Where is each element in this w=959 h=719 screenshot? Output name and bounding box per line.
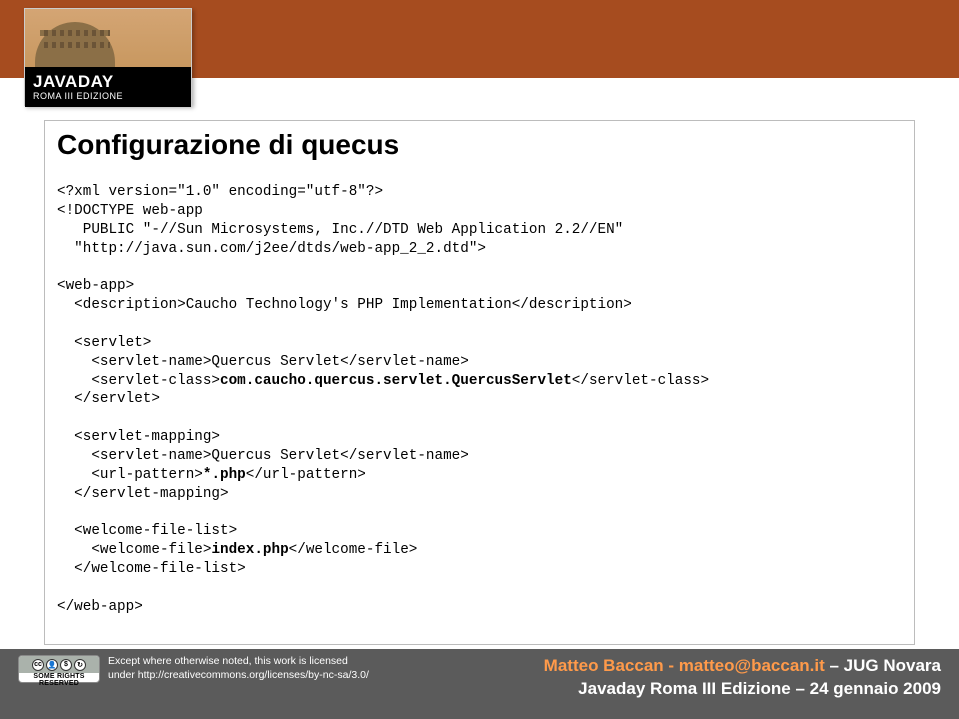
event-line: Javaday Roma III Edizione – 24 gennaio 2… [544, 678, 941, 701]
logo-photo [25, 9, 191, 67]
cc-text: SOME RIGHTS RESERVED [19, 673, 99, 687]
footer-bar: cc 👤 $ ↻ SOME RIGHTS RESERVED Except whe… [0, 649, 959, 719]
nc-icon: $ [60, 659, 72, 671]
cc-icons: cc 👤 $ ↻ [19, 656, 99, 673]
logo-main-text: JAVADAY [33, 73, 114, 90]
footer-right: Matteo Baccan - matteo@baccan.it – JUG N… [544, 655, 941, 701]
logo-sub-text: ROMA III EDIZIONE [33, 91, 123, 101]
colosseum-icon [35, 22, 115, 67]
author-line: Matteo Baccan - matteo@baccan.it – JUG N… [544, 655, 941, 678]
slide-content: Configurazione di quecus <?xml version="… [44, 120, 915, 645]
logo-text-block: JAVADAY ROMA III EDIZIONE [25, 67, 191, 107]
event-logo: JAVADAY ROMA III EDIZIONE [24, 8, 192, 106]
slide-title: Configurazione di quecus [57, 129, 902, 161]
cc-icon: cc [32, 659, 44, 671]
footer-left: cc 👤 $ ↻ SOME RIGHTS RESERVED Except whe… [18, 655, 544, 683]
sa-icon: ↻ [74, 659, 86, 671]
cc-license-badge: cc 👤 $ ↻ SOME RIGHTS RESERVED [18, 655, 100, 683]
code-block: <?xml version="1.0" encoding="utf-8"?> <… [57, 183, 902, 617]
by-icon: 👤 [46, 659, 58, 671]
license-text: Except where otherwise noted, this work … [108, 655, 369, 682]
